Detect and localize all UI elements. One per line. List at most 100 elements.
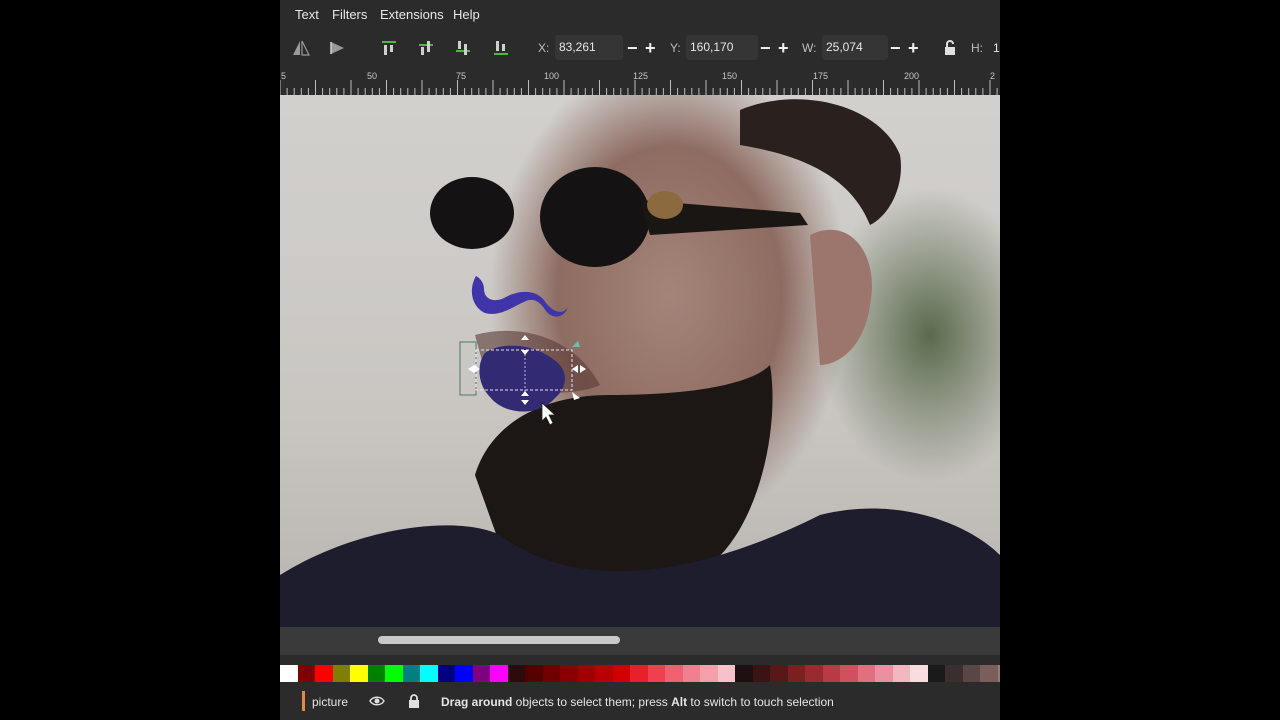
menu-extensions[interactable]: Extensions xyxy=(380,7,444,22)
ruler-label: 175 xyxy=(813,71,829,81)
palette-swatch[interactable] xyxy=(857,665,876,682)
photo-glasses-hinge xyxy=(647,191,683,219)
color-palette xyxy=(280,665,1000,682)
h-label: H: xyxy=(971,41,983,55)
palette-swatch[interactable] xyxy=(840,665,858,682)
palette-swatch[interactable] xyxy=(350,665,368,682)
palette-swatch[interactable] xyxy=(560,665,578,682)
status-bold-alt: Alt xyxy=(671,695,688,709)
layer-color-indicator xyxy=(302,691,305,711)
palette-swatch[interactable] xyxy=(770,665,788,682)
ruler-label: 100 xyxy=(544,71,560,81)
palette-swatch[interactable] xyxy=(822,665,841,682)
visibility-eye-icon[interactable] xyxy=(369,693,385,712)
palette-swatch[interactable] xyxy=(892,665,911,682)
palette-swatch[interactable] xyxy=(595,665,613,682)
x-field[interactable]: 83,261 xyxy=(555,35,623,60)
palette-swatch[interactable] xyxy=(612,665,631,682)
y-label: Y: xyxy=(670,41,681,55)
horizontal-ruler: 5 50 75 100 125 150 175 200 2 xyxy=(280,68,1000,95)
palette-swatch[interactable] xyxy=(752,665,771,682)
palette-swatch[interactable] xyxy=(507,665,526,682)
current-layer-name[interactable]: picture xyxy=(312,695,348,709)
ruler-label: 125 xyxy=(633,71,649,81)
palette-swatch[interactable] xyxy=(980,665,998,682)
palette-swatch[interactable] xyxy=(647,665,666,682)
w-increment-icon[interactable]: + xyxy=(908,39,919,57)
menu-bar: Text Filters Extensions Help xyxy=(280,0,1000,28)
y-increment-icon[interactable]: + xyxy=(778,39,789,57)
palette-swatch[interactable] xyxy=(490,665,508,682)
palette-swatch[interactable] xyxy=(402,665,421,682)
x-decrement-icon[interactable]: − xyxy=(627,39,638,57)
status-message: Drag around objects to select them; pres… xyxy=(441,695,834,709)
palette-swatch[interactable] xyxy=(665,665,683,682)
palette-swatch[interactable] xyxy=(997,665,1000,682)
palette-swatch[interactable] xyxy=(805,665,823,682)
palette-swatch[interactable] xyxy=(525,665,543,682)
ruler-label: 50 xyxy=(367,71,378,81)
w-decrement-icon[interactable]: − xyxy=(890,39,901,57)
photo-hair xyxy=(740,99,901,225)
photo-glasses-left-lens xyxy=(430,177,514,249)
scrollbar-thumb[interactable] xyxy=(378,636,620,644)
palette-swatch[interactable] xyxy=(315,665,333,682)
palette-swatch[interactable] xyxy=(542,665,561,682)
ruler-label: 5 xyxy=(281,71,287,81)
horizontal-scrollbar[interactable] xyxy=(280,627,1000,655)
palette-swatch[interactable] xyxy=(962,665,981,682)
ruler-label: 150 xyxy=(722,71,738,81)
photo-glasses-right-lens xyxy=(540,167,650,267)
raise-icon[interactable] xyxy=(416,38,436,58)
palette-swatch[interactable] xyxy=(437,665,456,682)
flip-horizontal-icon[interactable] xyxy=(291,38,311,58)
palette-swatch[interactable] xyxy=(332,665,351,682)
raise-to-top-icon[interactable] xyxy=(379,38,399,58)
status-bar: picture Drag around objects to select th… xyxy=(280,682,1000,720)
w-label: W: xyxy=(802,41,817,55)
palette-swatch[interactable] xyxy=(717,665,736,682)
flip-vertical-icon[interactable] xyxy=(328,38,348,58)
scale-handle-left xyxy=(468,365,480,373)
photo-ear xyxy=(810,229,872,365)
palette-swatch[interactable] xyxy=(297,665,316,682)
menu-help[interactable]: Help xyxy=(453,7,480,22)
menu-filters[interactable]: Filters xyxy=(332,7,367,22)
palette-swatch[interactable] xyxy=(945,665,963,682)
drawing-canvas[interactable] xyxy=(280,95,1000,627)
palette-swatch[interactable] xyxy=(630,665,648,682)
x-label: X: xyxy=(538,41,550,55)
w-field[interactable]: 25,074 xyxy=(822,35,888,60)
palette-swatch[interactable] xyxy=(420,665,438,682)
x-increment-icon[interactable]: + xyxy=(645,39,656,57)
palette-swatch[interactable] xyxy=(787,665,806,682)
lock-ratio-icon[interactable] xyxy=(940,38,960,58)
layer-lock-icon[interactable] xyxy=(407,693,421,712)
tool-controls-bar: X: 83,261 − + Y: 160,170 − + W: 25,074 −… xyxy=(280,28,1000,68)
palette-swatch[interactable] xyxy=(700,665,718,682)
lower-to-bottom-icon[interactable] xyxy=(491,38,511,58)
status-text-2: to switch to touch selection xyxy=(687,695,834,709)
palette-swatch[interactable] xyxy=(367,665,386,682)
menu-text[interactable]: Text xyxy=(295,7,319,22)
status-text-1: objects to select them; press xyxy=(512,695,672,709)
rotate-handle-topright xyxy=(572,341,580,347)
palette-swatch[interactable] xyxy=(280,665,298,682)
y-field[interactable]: 160,170 xyxy=(686,35,758,60)
palette-swatch[interactable] xyxy=(577,665,596,682)
lower-icon[interactable] xyxy=(453,38,473,58)
ruler-label: 75 xyxy=(456,71,467,81)
palette-swatch[interactable] xyxy=(682,665,701,682)
mustache-shape xyxy=(471,276,568,317)
inkscape-window: Text Filters Extensions Help X: 83,261 −… xyxy=(280,0,1000,720)
palette-swatch[interactable] xyxy=(910,665,928,682)
palette-swatch[interactable] xyxy=(385,665,403,682)
palette-swatch[interactable] xyxy=(735,665,753,682)
ruler-label: 2 xyxy=(990,71,996,81)
palette-swatch[interactable] xyxy=(472,665,491,682)
palette-swatch[interactable] xyxy=(455,665,473,682)
palette-swatch[interactable] xyxy=(875,665,893,682)
palette-swatch[interactable] xyxy=(927,665,946,682)
y-decrement-icon[interactable]: − xyxy=(760,39,771,57)
h-field[interactable]: 1 xyxy=(993,41,1000,55)
